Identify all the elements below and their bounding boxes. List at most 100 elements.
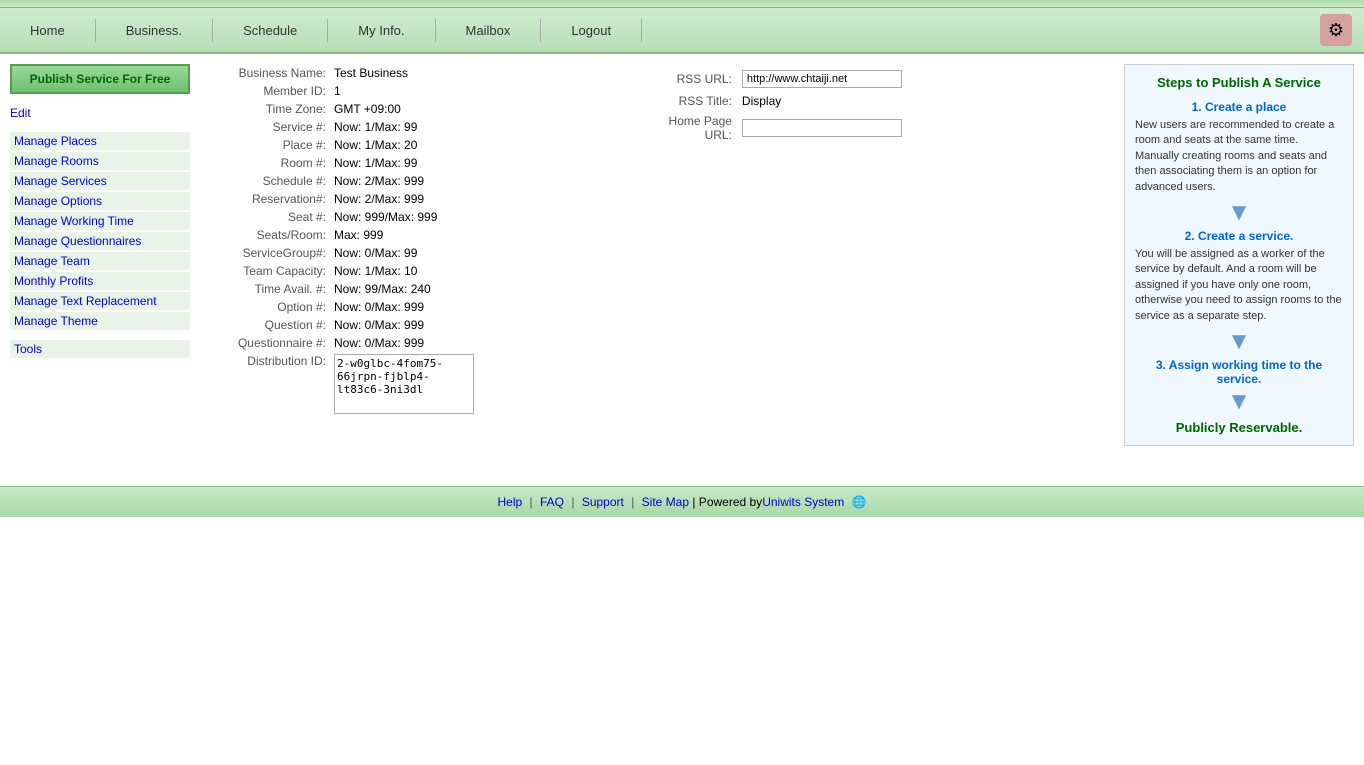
table-row: Questionnaire #: Now: 0/Max: 999 [200,334,1114,352]
home-page-input[interactable] [742,119,902,137]
field-value: Test Business [330,64,564,82]
field-value: GMT +09:00 [330,100,564,118]
arrow-down-3: ▼ [1135,390,1343,414]
table-row: RSS Title: Display [606,92,906,110]
table-row: Schedule #: Now: 2/Max: 999 [200,172,1114,190]
nav-mailbox[interactable]: Mailbox [436,19,542,42]
table-row: Home PageURL: [606,112,906,144]
field-label: Time Zone: [200,100,330,118]
arrow-down-2: ▼ [1135,330,1343,354]
footer-support[interactable]: Support [582,495,624,509]
table-row: Business Name: Test Business RSS URL: RS… [200,64,1114,82]
separator: | [530,495,533,509]
rss-title-value: Display [738,92,906,110]
field-label: Option #: [200,298,330,316]
field-value: Max: 999 [330,226,564,244]
footer: Help | FAQ | Support | Site Map | Powere… [0,486,1364,517]
distribution-id-cell: 2-w0glbc-4fom75-66jrpn-fjblp4-lt83c6-3ni… [330,352,564,416]
field-value: Now: 0/Max: 999 [330,298,564,316]
publish-service-button[interactable]: Publish Service For Free [10,64,190,94]
field-value: Now: 2/Max: 999 [330,172,564,190]
logo: ⚙ [1318,12,1354,48]
field-value: Now: 99/Max: 240 [330,280,564,298]
sidebar-item-manage-options[interactable]: Manage Options [10,192,190,210]
nav-home[interactable]: Home [0,19,96,42]
step3-heading: 3. Assign working time to the service. [1135,358,1343,386]
home-page-value [738,112,906,144]
sidebar-item-tools[interactable]: Tools [10,340,190,358]
business-info-table: Business Name: Test Business RSS URL: RS… [200,64,1114,416]
field-label: Member ID: [200,82,330,100]
field-label: Distribution ID: [200,352,330,416]
field-label: Room #: [200,154,330,172]
separator: | [631,495,634,509]
step2-heading: 2. Create a service. [1135,229,1343,243]
nav-myinfo[interactable]: My Info. [328,19,435,42]
rss-url-input[interactable] [742,70,902,88]
tools-section: Tools [10,340,190,358]
table-row: Team Capacity: Now: 1/Max: 10 [200,262,1114,280]
sidebar-item-monthly-profits[interactable]: Monthly Profits [10,272,190,290]
business-info-section: Business Name: Test Business RSS URL: RS… [200,64,1114,446]
table-row: Reservation#: Now: 2/Max: 999 [200,190,1114,208]
nav-business[interactable]: Business. [96,19,213,42]
arrow-down-1: ▼ [1135,201,1343,225]
table-row: Question #: Now: 0/Max: 999 [200,316,1114,334]
field-label: Seat #: [200,208,330,226]
footer-company[interactable]: Uniwits System [762,495,844,509]
field-label: Questionnaire #: [200,334,330,352]
sidebar-item-manage-services[interactable]: Manage Services [10,172,190,190]
table-row: ServiceGroup#: Now: 0/Max: 99 [200,244,1114,262]
field-value: Now: 1/Max: 99 [330,118,564,136]
field-label: Team Capacity: [200,262,330,280]
footer-globe-icon: 🌐 [852,495,867,509]
footer-help[interactable]: Help [497,495,522,509]
field-label: Seats/Room: [200,226,330,244]
nav-logout[interactable]: Logout [541,19,642,42]
table-row: Distribution ID: 2-w0glbc-4fom75-66jrpn-… [200,352,1114,416]
steps-panel: Steps to Publish A Service 1. Create a p… [1124,64,1354,446]
field-label: Schedule #: [200,172,330,190]
home-page-label: Home PageURL: [606,112,736,144]
sidebar-item-manage-team[interactable]: Manage Team [10,252,190,270]
steps-title: Steps to Publish A Service [1135,75,1343,90]
field-value: Now: 1/Max: 20 [330,136,564,154]
field-label: Business Name: [200,64,330,82]
field-value: Now: 0/Max: 999 [330,316,564,334]
sidebar-item-manage-questionnaires[interactable]: Manage Questionnaires [10,232,190,250]
sidebar: Publish Service For Free Edit Manage Pla… [10,64,190,446]
field-label: ServiceGroup#: [200,244,330,262]
nav-schedule[interactable]: Schedule [213,19,328,42]
table-row: Option #: Now: 0/Max: 999 [200,298,1114,316]
navigation: Home Business. Schedule My Info. Mailbox… [0,8,1364,54]
separator: | [571,495,574,509]
sidebar-nav: Manage Places Manage Rooms Manage Servic… [10,132,190,330]
edit-link[interactable]: Edit [10,106,190,120]
field-label: Question #: [200,316,330,334]
field-value: Now: 0/Max: 999 [330,334,564,352]
table-row: RSS URL: [606,68,906,90]
field-label: Service #: [200,118,330,136]
sidebar-item-manage-places[interactable]: Manage Places [10,132,190,150]
step2-text: You will be assigned as a worker of the … [1135,247,1343,324]
footer-sitemap[interactable]: Site Map [642,495,689,509]
distribution-id-textarea[interactable]: 2-w0glbc-4fom75-66jrpn-fjblp4-lt83c6-3ni… [334,354,474,414]
table-row: Room #: Now: 1/Max: 99 [200,154,1114,172]
field-value: Now: 1/Max: 99 [330,154,564,172]
field-value: Now: 999/Max: 999 [330,208,564,226]
rss-url-value [738,68,906,90]
sidebar-item-manage-theme[interactable]: Manage Theme [10,312,190,330]
sidebar-item-manage-text-replacement[interactable]: Manage Text Replacement [10,292,190,310]
step1-text: New users are recommended to create a ro… [1135,118,1343,195]
table-row: Seats/Room: Max: 999 [200,226,1114,244]
rss-url-label: RSS URL: [606,68,736,90]
footer-faq[interactable]: FAQ [540,495,564,509]
distribution-id-wrapper: 2-w0glbc-4fom75-66jrpn-fjblp4-lt83c6-3ni… [334,354,560,414]
field-label: Time Avail. #: [200,280,330,298]
sidebar-item-manage-rooms[interactable]: Manage Rooms [10,152,190,170]
field-value: Now: 1/Max: 10 [330,262,564,280]
rss-title-label: RSS Title: [606,92,736,110]
logo-icon: ⚙ [1320,14,1352,46]
sidebar-item-manage-working-time[interactable]: Manage Working Time [10,212,190,230]
footer-powered-by: | Powered by [692,495,762,509]
